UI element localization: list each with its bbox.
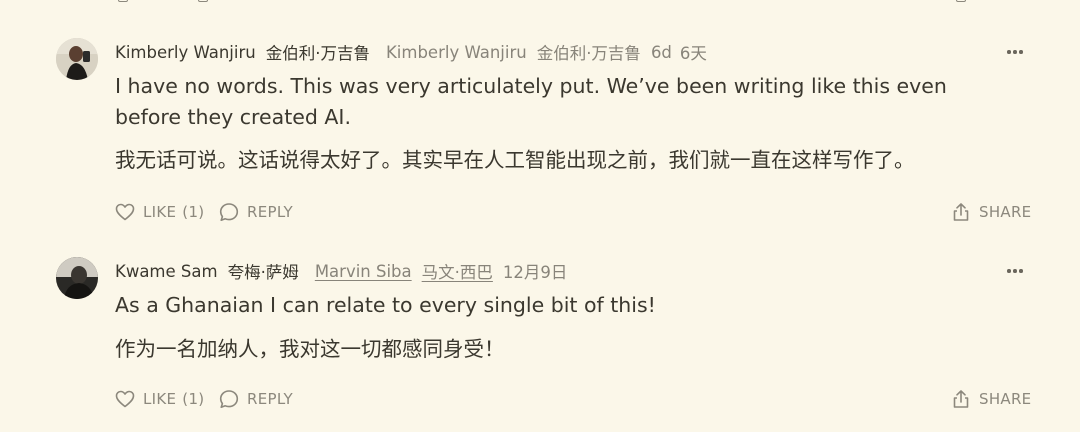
- reply-button[interactable]: REPLY: [219, 200, 293, 224]
- comment-text-translation: 作为一名加纳人，我对这一切都感同身受！: [115, 337, 505, 361]
- more-options-button[interactable]: [1003, 40, 1027, 64]
- speech-bubble-icon: [219, 203, 239, 221]
- share-label: SHARE: [979, 203, 1032, 221]
- reply-label: REPLY: [247, 390, 293, 408]
- share-label: SHARE: [979, 390, 1032, 408]
- share-upload-icon: [953, 203, 969, 221]
- comment-header: Kwame Sam 夸梅·萨姆 Marvin Siba 马文·西巴 12月9日: [115, 259, 567, 283]
- comment-text: As a Ghanaian I can relate to every sing…: [115, 293, 656, 317]
- timestamp: 6d: [650, 42, 672, 62]
- like-count: (1): [182, 390, 205, 408]
- share-upload-icon: [953, 390, 969, 408]
- heart-icon: [115, 390, 135, 408]
- timestamp: 12月9日: [502, 263, 568, 282]
- comment-text-translation: 我无话可说。这话说得太好了。其实早在人工智能出现之前，我们就一直在这样写作了。: [115, 148, 915, 172]
- avatar[interactable]: [56, 257, 98, 299]
- like-button[interactable]: LIKE (1): [115, 387, 204, 411]
- author-name-translation: 夸梅·萨姆: [227, 263, 299, 282]
- previous-like-icon[interactable]: [118, 0, 128, 2]
- reply-to-name[interactable]: Kimberly Wanjiru: [386, 43, 527, 62]
- previous-reply-icon[interactable]: [198, 0, 208, 2]
- previous-comment-actions-fragment: [0, 0, 1080, 4]
- speech-bubble-icon: [219, 390, 239, 408]
- reply-to-name[interactable]: Marvin Siba: [315, 262, 412, 281]
- author-name-translation: 金伯利·万吉鲁: [265, 44, 370, 63]
- timestamp-translation: 6天: [679, 44, 707, 63]
- comment-actions: LIKE (1) REPLY SHARE: [115, 200, 1031, 224]
- reply-label: REPLY: [247, 203, 293, 221]
- more-dots-icon: [1007, 50, 1011, 54]
- like-label: LIKE: [143, 203, 177, 221]
- like-count: (1): [182, 203, 205, 221]
- heart-icon: [115, 203, 135, 221]
- reply-button[interactable]: REPLY: [219, 387, 293, 411]
- comment-header: Kimberly Wanjiru 金伯利·万吉鲁 Kimberly Wanjir…: [115, 40, 707, 64]
- comment-text: I have no words. This was very articulat…: [115, 74, 947, 129]
- avatar[interactable]: [56, 38, 98, 80]
- like-button[interactable]: LIKE (1): [115, 200, 204, 224]
- previous-share-icon[interactable]: [956, 0, 966, 2]
- reply-to-name-translation[interactable]: 马文·西巴: [422, 259, 493, 283]
- reply-to-name-translation: 金伯利·万吉鲁: [536, 44, 641, 63]
- share-button[interactable]: SHARE: [951, 200, 1031, 224]
- like-label: LIKE: [143, 390, 177, 408]
- author-name[interactable]: Kwame Sam: [115, 262, 218, 281]
- share-button[interactable]: SHARE: [951, 387, 1031, 411]
- author-name[interactable]: Kimberly Wanjiru: [115, 43, 256, 62]
- more-dots-icon: [1007, 269, 1011, 273]
- comment-actions: LIKE (1) REPLY SHARE: [115, 387, 1031, 411]
- more-options-button[interactable]: [1003, 259, 1027, 283]
